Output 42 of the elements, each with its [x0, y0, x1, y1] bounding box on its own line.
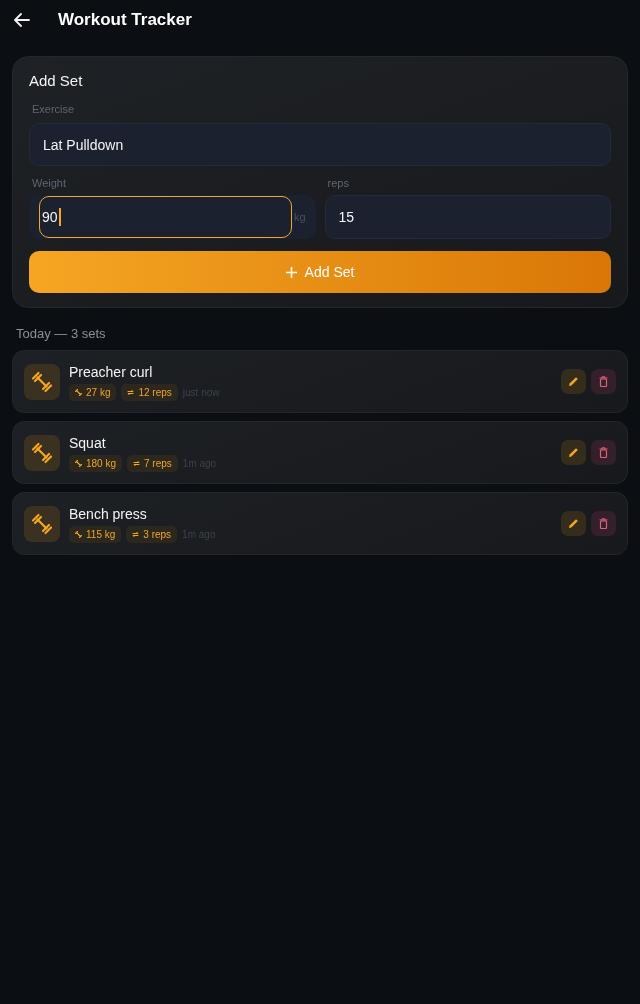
delete-button[interactable]	[591, 369, 616, 394]
pencil-icon	[568, 447, 579, 458]
field-label: Weight	[31, 176, 68, 190]
weight-value: 27 kg	[86, 386, 111, 398]
dumbbell-icon	[75, 459, 82, 467]
reps-value: 7 reps	[144, 457, 172, 469]
edit-button[interactable]	[561, 369, 586, 394]
delete-button[interactable]	[591, 511, 616, 536]
reps-input[interactable]: 15	[324, 195, 611, 239]
edit-button[interactable]	[561, 511, 586, 536]
exercise-input[interactable]: Lat Pulldown	[29, 123, 611, 166]
dumbbell-icon	[75, 388, 82, 396]
edit-button[interactable]	[561, 440, 586, 465]
delete-button[interactable]	[591, 440, 616, 465]
exercise-name: Squat	[69, 433, 107, 452]
weight-input[interactable]: 90	[39, 196, 292, 238]
weight-value: 115 kg	[86, 528, 116, 540]
reps-value: 3 reps	[143, 528, 172, 540]
trash-icon	[599, 447, 608, 458]
exercise-name: Bench press	[69, 504, 148, 523]
trash-icon	[599, 518, 608, 529]
repeat-icon	[133, 459, 141, 467]
plus-icon	[285, 266, 297, 278]
screen-title: Workout Tracker	[58, 10, 192, 30]
pencil-icon	[568, 376, 579, 387]
text-cursor	[58, 208, 61, 226]
field-label: Exercise	[31, 102, 76, 116]
dumbbell-icon	[24, 505, 60, 542]
dumbbell-icon	[24, 434, 60, 471]
card-title: Add Set	[29, 71, 84, 91]
reps-value: 12 reps	[138, 386, 172, 398]
section-heading: Today — 3 sets	[16, 325, 107, 343]
repeat-icon	[127, 388, 135, 396]
repeat-icon	[132, 530, 140, 538]
weight-value: 180 kg	[86, 457, 117, 469]
dumbbell-icon	[24, 363, 60, 400]
dumbbell-icon	[75, 530, 82, 538]
field-label: reps	[326, 176, 350, 190]
pencil-icon	[568, 518, 579, 529]
trash-icon	[599, 376, 608, 387]
exercise-name: Preacher curl	[69, 362, 154, 381]
back-arrow-icon[interactable]	[14, 13, 30, 27]
